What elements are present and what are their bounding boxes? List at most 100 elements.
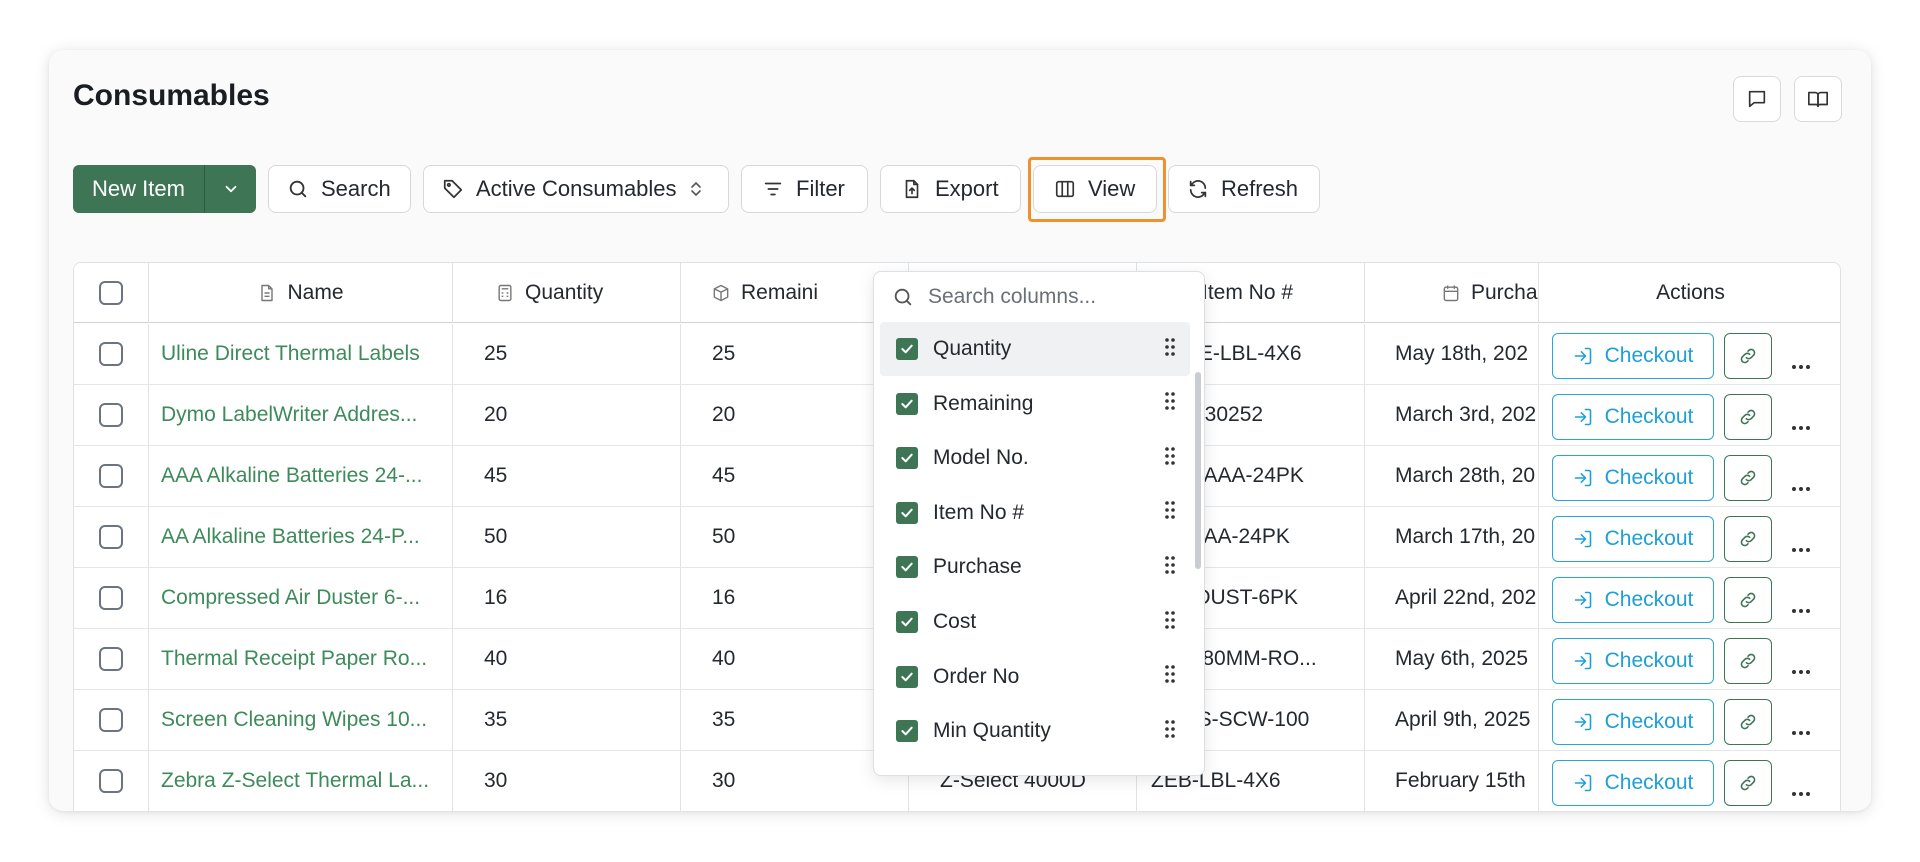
drag-handle-icon[interactable]	[1164, 555, 1176, 580]
log-in-icon	[1574, 347, 1591, 365]
row-purchase-date: March 17th, 20	[1365, 507, 1539, 567]
column-visible-checkbox[interactable]	[896, 447, 918, 470]
checkout-button[interactable]: Checkout	[1552, 333, 1714, 379]
row-quantity: 25	[453, 324, 681, 384]
more-horizontal-icon	[1792, 548, 1810, 552]
filter-label: Filter	[796, 176, 845, 201]
row-name[interactable]: AA Alkaline Batteries 24-P...	[149, 507, 453, 567]
column-visible-checkbox[interactable]	[896, 338, 918, 360]
more-actions-button[interactable]	[1791, 352, 1811, 376]
row-checkbox[interactable]	[99, 342, 123, 366]
row-checkbox[interactable]	[99, 525, 123, 549]
drag-handle-icon[interactable]	[1164, 719, 1176, 744]
new-item-menu-toggle[interactable]	[205, 165, 256, 213]
copy-link-button[interactable]	[1724, 577, 1772, 623]
row-checkbox[interactable]	[99, 586, 123, 610]
export-button[interactable]: Export	[880, 165, 1021, 213]
column-visible-checkbox[interactable]	[896, 720, 918, 743]
drag-handle-icon[interactable]	[1164, 664, 1176, 689]
row-name[interactable]: Screen Cleaning Wipes 10...	[149, 690, 453, 750]
package-icon	[713, 284, 729, 301]
column-toggle-item[interactable]: Model No.	[880, 431, 1190, 485]
row-checkbox[interactable]	[99, 769, 123, 793]
column-header-quantity[interactable]: Quantity	[453, 263, 681, 323]
column-toggle-item[interactable]: Cost	[880, 595, 1190, 649]
column-header-name[interactable]: Name	[149, 263, 453, 323]
more-actions-button[interactable]	[1791, 718, 1811, 742]
copy-link-button[interactable]	[1724, 455, 1772, 501]
drag-handle-icon[interactable]	[1164, 391, 1176, 416]
log-in-icon	[1574, 774, 1591, 792]
copy-link-button[interactable]	[1724, 699, 1772, 745]
checkout-button[interactable]: Checkout	[1552, 638, 1714, 684]
copy-link-button[interactable]	[1724, 333, 1772, 379]
more-actions-button[interactable]	[1791, 779, 1811, 803]
column-visible-checkbox[interactable]	[896, 665, 918, 688]
row-checkbox[interactable]	[99, 464, 123, 488]
row-purchase-date: May 18th, 202	[1365, 324, 1539, 384]
filter-button[interactable]: Filter	[741, 165, 868, 213]
more-actions-button[interactable]	[1791, 474, 1811, 498]
row-name[interactable]: Uline Direct Thermal Labels	[149, 324, 453, 384]
column-toggle-item[interactable]: Order No	[880, 650, 1190, 704]
column-toggle-item[interactable]: Purchase	[880, 540, 1190, 594]
drag-handle-icon[interactable]	[1164, 610, 1176, 635]
checkout-button[interactable]: Checkout	[1552, 577, 1714, 623]
row-name[interactable]: Zebra Z-Select Thermal La...	[149, 751, 453, 811]
checkout-button[interactable]: Checkout	[1552, 699, 1714, 745]
drag-handle-icon[interactable]	[1164, 500, 1176, 525]
checkout-button[interactable]: Checkout	[1552, 394, 1714, 440]
row-name[interactable]: Thermal Receipt Paper Ro...	[149, 629, 453, 689]
checkout-label: Checkout	[1604, 771, 1694, 794]
column-search-field[interactable]: Search columns...	[874, 272, 1204, 322]
link-icon	[1740, 592, 1756, 608]
checkout-button[interactable]: Checkout	[1552, 516, 1714, 562]
more-actions-button[interactable]	[1791, 596, 1811, 620]
drag-handle-icon[interactable]	[1164, 337, 1176, 362]
column-visible-checkbox[interactable]	[896, 392, 918, 415]
row-select-cell	[74, 324, 149, 384]
drag-handle-icon[interactable]	[1164, 446, 1176, 471]
row-name[interactable]: Dymo LabelWriter Addres...	[149, 385, 453, 445]
row-name[interactable]: AAA Alkaline Batteries 24-...	[149, 446, 453, 506]
column-visible-checkbox[interactable]	[896, 611, 918, 633]
copy-link-button[interactable]	[1724, 638, 1772, 684]
row-checkbox[interactable]	[99, 708, 123, 732]
row-checkbox[interactable]	[99, 647, 123, 671]
new-item-button[interactable]: New Item	[73, 165, 205, 213]
column-header-actions-label: Actions	[1656, 280, 1725, 304]
feedback-button[interactable]	[1733, 76, 1781, 122]
refresh-button[interactable]: Refresh	[1168, 165, 1320, 213]
row-name[interactable]: Compressed Air Duster 6-...	[149, 568, 453, 628]
more-actions-button[interactable]	[1791, 413, 1811, 437]
link-icon	[1740, 348, 1756, 364]
more-actions-button[interactable]	[1791, 657, 1811, 681]
row-checkbox[interactable]	[99, 403, 123, 427]
row-purchase-date: March 3rd, 202	[1365, 385, 1539, 445]
column-toggle-item[interactable]: Quantity	[880, 322, 1190, 376]
checkout-button[interactable]: Checkout	[1552, 760, 1714, 806]
select-all-checkbox[interactable]	[99, 280, 123, 305]
checkout-label: Checkout	[1604, 588, 1694, 611]
checkout-button[interactable]: Checkout	[1552, 455, 1714, 501]
active-consumables-select[interactable]: Active Consumables	[423, 165, 729, 213]
refresh-label: Refresh	[1221, 176, 1299, 201]
column-visible-checkbox[interactable]	[896, 501, 918, 524]
search-button[interactable]: Search	[268, 165, 411, 213]
menu-scrollbar[interactable]	[1195, 372, 1201, 569]
more-actions-button[interactable]	[1791, 535, 1811, 559]
copy-link-button[interactable]	[1724, 760, 1772, 806]
row-purchase-date: May 6th, 2025	[1365, 629, 1539, 689]
row-quantity: 30	[453, 751, 681, 811]
checkout-label: Checkout	[1604, 344, 1694, 367]
copy-link-button[interactable]	[1724, 516, 1772, 562]
docs-button[interactable]	[1794, 76, 1842, 122]
column-toggle-item[interactable]: Item No #	[880, 486, 1190, 540]
export-label: Export	[935, 176, 999, 201]
copy-link-button[interactable]	[1724, 394, 1772, 440]
column-toggle-item[interactable]: Remaining	[880, 377, 1190, 431]
column-header-purchase[interactable]: Purcha	[1365, 263, 1539, 323]
column-visible-checkbox[interactable]	[896, 556, 918, 579]
filter-icon	[764, 182, 782, 196]
column-toggle-item[interactable]: Min Quantity	[880, 704, 1190, 758]
